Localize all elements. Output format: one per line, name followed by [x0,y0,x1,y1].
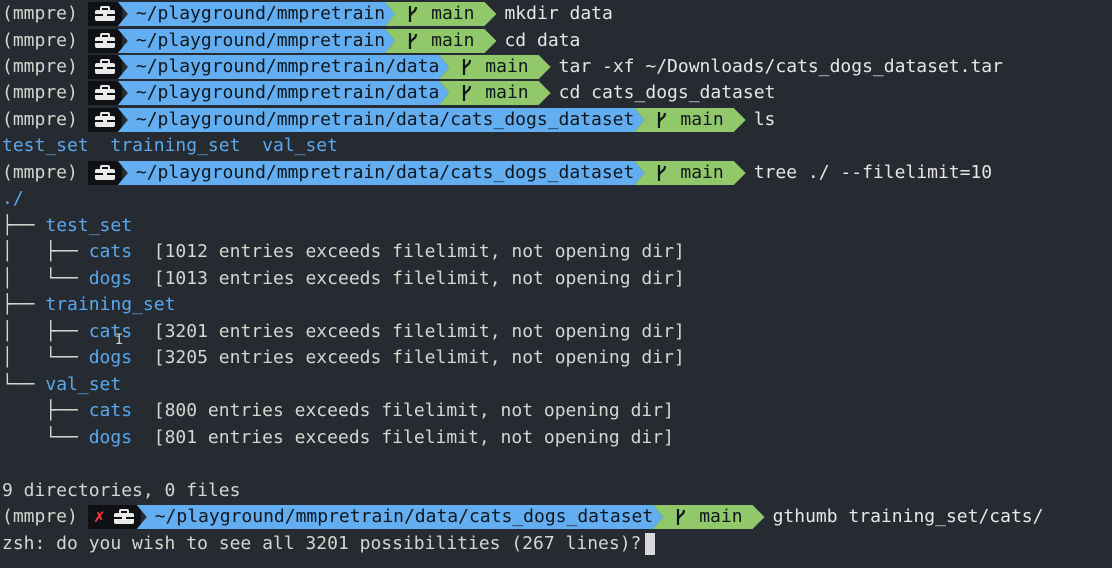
git-segment: main [439,81,550,105]
briefcase-icon [94,112,116,128]
os-segment [87,2,122,26]
conda-env-label: (mmpre) [2,3,78,24]
os-segment: ✗ [87,505,141,529]
briefcase-icon [113,509,135,525]
briefcase-icon [94,85,116,101]
tree-note: [1013 entries exceeds filelimit, not ope… [153,268,685,289]
tree-row: ├── test_set [2,213,132,239]
conda-env-label: (mmpre) [2,506,78,527]
tree-dir: test_set [45,215,133,236]
prompt-line: (mmpre) ~/playground/mmpretrain/data/cat… [2,107,775,133]
command-text: cd cats_dogs_dataset [558,82,776,103]
os-segment [87,29,122,53]
terminal-window[interactable]: (mmpre) ~/playground/mmpretrain main mkd… [0,0,1112,568]
branch-name: main [699,506,743,527]
git-segment: main [634,161,745,185]
git-branch-icon [407,32,419,50]
command-input[interactable]: gthumb training_set/cats/ [765,504,1044,530]
git-segment: main [439,55,550,79]
prompt-line: (mmpre) ~/playground/mmpretrain/data mai… [2,80,775,106]
git-segment: main [385,2,496,26]
branch-name: main [680,109,724,130]
tree-dir: cats [88,241,133,262]
os-segment [87,55,122,79]
tree-dir: training_set [45,294,176,315]
tree-row: ├── cats [800 entries exceeds filelimit,… [2,398,674,424]
tree-row: └── val_set [2,372,121,398]
tree-dir: val_set [45,374,122,395]
branch-name: main [485,56,529,77]
conda-env-label: (mmpre) [2,82,78,103]
ls-output: test_set training_set val_set [2,133,338,159]
briefcase-icon [94,165,116,181]
conda-env-label: (mmpre) [2,109,78,130]
tree-root: ./ [2,188,24,209]
git-branch-icon [675,508,687,526]
branch-name: main [680,162,724,183]
tree-summary: 9 directories, 0 files [2,480,241,501]
command-text: tar -xf ~/Downloads/cats_dogs_dataset.ta… [558,56,1003,77]
git-branch-icon [461,58,473,76]
tree-row: │ └── dogs [1013 entries exceeds filelim… [2,266,685,292]
path-segment: ~/playground/mmpretrain [118,29,395,53]
tree-note: [800 entries exceeds filelimit, not open… [153,400,674,421]
dir-entry: val_set [262,135,338,156]
git-branch-icon [407,5,419,23]
conda-env-label: (mmpre) [2,162,78,183]
completion-question: zsh: do you wish to see all 3201 possibi… [2,533,642,554]
path-segment: ~/playground/mmpretrain/data/cats_dogs_d… [137,505,664,529]
path-segment: ~/playground/mmpretrain/data [118,81,449,105]
error-status-icon: ✗ [93,506,105,527]
path-segment: ~/playground/mmpretrain [118,2,395,26]
text-cursor [645,533,656,555]
tree-note: [3201 entries exceeds filelimit, not ope… [153,321,685,342]
path-segment: ~/playground/mmpretrain/data/cats_dogs_d… [118,108,645,132]
dir-entry: test_set [2,135,89,156]
git-segment: main [653,505,764,529]
path-segment: ~/playground/mmpretrain/data/cats_dogs_d… [118,161,645,185]
command-text: ls [753,109,776,130]
tree-dir: cats [88,321,133,342]
tree-row: └── dogs [801 entries exceeds filelimit,… [2,425,674,451]
prompt-line: (mmpre) ~/playground/mmpretrain/data mai… [2,54,1003,80]
tree-note: [3205 entries exceeds filelimit, not ope… [153,347,685,368]
command-text: tree ./ --filelimit=10 [753,162,993,183]
git-segment: main [634,108,745,132]
path-segment: ~/playground/mmpretrain/data [118,55,449,79]
prompt-line: (mmpre) ✗ ~/playground/mmpretrain/data/c… [2,504,1044,530]
prompt-line: (mmpre) ~/playground/mmpretrain main cd … [2,28,580,54]
briefcase-icon [94,59,116,75]
conda-env-label: (mmpre) [2,56,78,77]
briefcase-icon [94,33,116,49]
git-branch-icon [656,164,668,182]
git-segment: main [385,29,496,53]
tree-row: ├── training_set [2,292,175,318]
briefcase-icon [94,6,116,22]
tree-note: [1012 entries exceeds filelimit, not ope… [153,241,685,262]
prompt-line: (mmpre) ~/playground/mmpretrain/data/cat… [2,160,992,186]
git-branch-icon [656,111,668,129]
tree-note: [801 entries exceeds filelimit, not open… [153,427,674,448]
tree-dir: dogs [88,268,133,289]
os-segment [87,81,122,105]
branch-name: main [431,3,475,24]
conda-env-label: (mmpre) [2,30,78,51]
ibeam-cursor-icon: I [115,332,124,348]
git-branch-icon [461,84,473,102]
tree-dir: cats [88,400,133,421]
command-text: cd data [504,30,581,51]
tree-row: │ ├── cats [3201 entries exceeds filelim… [2,319,685,345]
os-segment [87,161,122,185]
os-segment [87,108,122,132]
branch-name: main [431,30,475,51]
command-text: mkdir data [504,3,613,24]
branch-name: main [485,82,529,103]
tree-row: │ └── dogs [3205 entries exceeds filelim… [2,345,685,371]
tree-dir: dogs [88,347,133,368]
prompt-line: (mmpre) ~/playground/mmpretrain main mkd… [2,1,613,27]
tree-row: │ ├── cats [1012 entries exceeds filelim… [2,239,685,265]
zsh-completion-prompt[interactable]: zsh: do you wish to see all 3201 possibi… [2,531,656,557]
tree-dir: dogs [88,427,133,448]
dir-entry: training_set [110,135,241,156]
